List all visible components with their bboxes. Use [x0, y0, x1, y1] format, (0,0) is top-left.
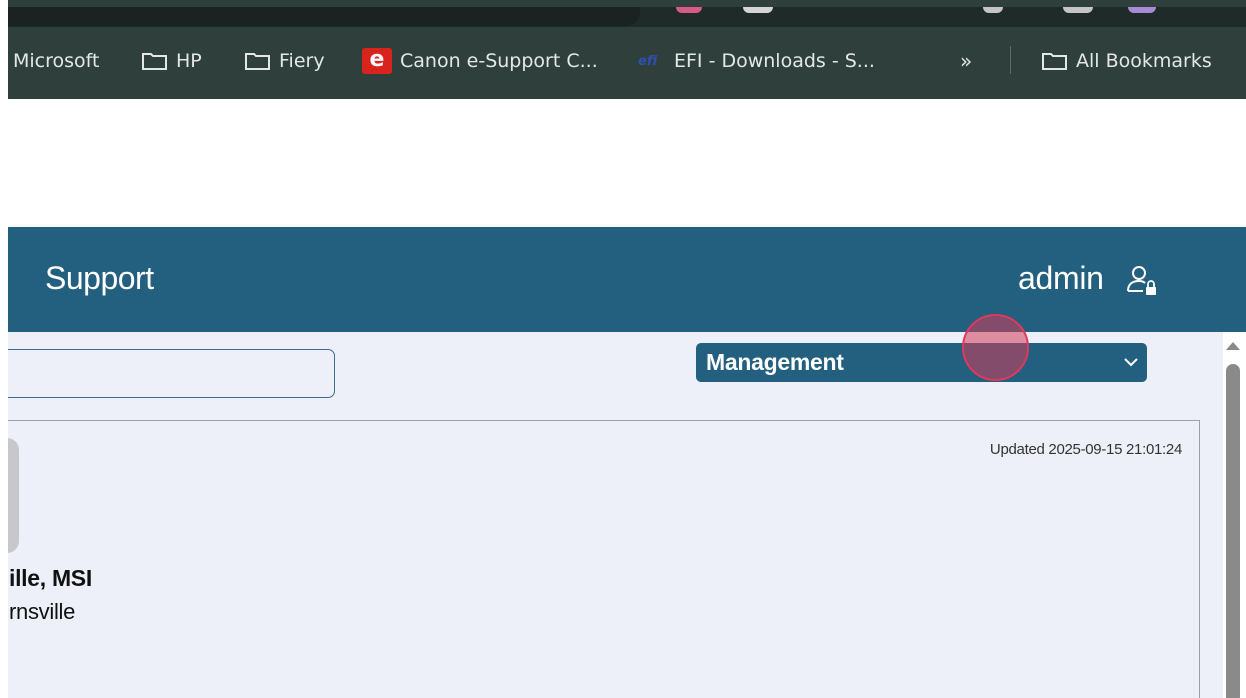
bookmark-label: Microsoft — [13, 50, 100, 72]
folder-icon — [245, 52, 270, 70]
folder-icon — [142, 52, 167, 70]
tab-favicon-icon[interactable] — [743, 7, 773, 13]
user-name[interactable]: admin — [1018, 260, 1104, 297]
page-top-spacer — [8, 99, 1246, 227]
scrollbar-thumb[interactable] — [1226, 364, 1240, 698]
bookmark-efi-downloads[interactable]: efi EFI - Downloads - S... — [638, 42, 875, 80]
folder-icon — [1042, 52, 1067, 70]
main-content: Management Updated 2025-09-15 21:01:24 i… — [0, 332, 1223, 698]
site-location: rnsville — [9, 599, 76, 624]
bookmark-microsoft[interactable]: Microsoft — [13, 42, 99, 80]
app-header: Support admin — [8, 227, 1246, 332]
left-edge — [0, 0, 8, 698]
scroll-up-arrow-icon[interactable] — [1226, 342, 1240, 350]
page-title: Support — [45, 260, 154, 296]
site-card[interactable]: Updated 2025-09-15 21:01:24 ille, MSI rn… — [0, 420, 1200, 698]
all-bookmarks-button[interactable]: All Bookmarks — [1041, 42, 1212, 80]
efi-logo-icon: efi — [638, 53, 658, 69]
bookmark-label: Canon e-Support C... — [400, 50, 598, 72]
bookmark-label: EFI - Downloads - S... — [674, 50, 875, 72]
double-chevron-icon: » — [960, 49, 973, 73]
canon-e-logo-icon: e — [362, 48, 392, 74]
select-value: Management — [706, 349, 844, 375]
bookmark-canon-esupport[interactable]: e Canon e-Support C... — [362, 42, 598, 80]
search-input[interactable] — [0, 349, 335, 398]
browser-chrome: Microsoft HP Fiery e Canon e-Support C..… — [8, 0, 1246, 99]
click-indicator — [962, 314, 1029, 381]
tab-favicon-icon[interactable] — [983, 7, 1003, 13]
bookmarks-overflow-button[interactable]: » — [960, 42, 972, 80]
updated-timestamp: Updated 2025-09-15 21:01:24 — [989, 441, 1182, 458]
management-select[interactable]: Management — [696, 343, 1147, 382]
profile-avatar-icon[interactable] — [1128, 7, 1156, 13]
bookmark-label: HP — [176, 50, 202, 72]
bookmarks-bar: Microsoft HP Fiery e Canon e-Support C..… — [8, 42, 1246, 80]
tab-favicon-icon[interactable] — [676, 7, 702, 13]
active-tab[interactable] — [8, 7, 640, 26]
bookmark-folder-fiery[interactable]: Fiery — [244, 42, 325, 80]
screen: Microsoft HP Fiery e Canon e-Support C..… — [0, 0, 1246, 698]
user-lock-icon[interactable] — [1126, 263, 1158, 297]
chevron-down-icon — [1124, 358, 1138, 367]
bookmark-label: Fiery — [279, 50, 325, 72]
bookmarks-divider — [1010, 46, 1011, 74]
tab-favicon-icon[interactable] — [1063, 7, 1093, 13]
bookmark-folder-hp[interactable]: HP — [141, 42, 202, 80]
site-name: ille, MSI — [9, 565, 92, 591]
all-bookmarks-label: All Bookmarks — [1076, 50, 1212, 72]
